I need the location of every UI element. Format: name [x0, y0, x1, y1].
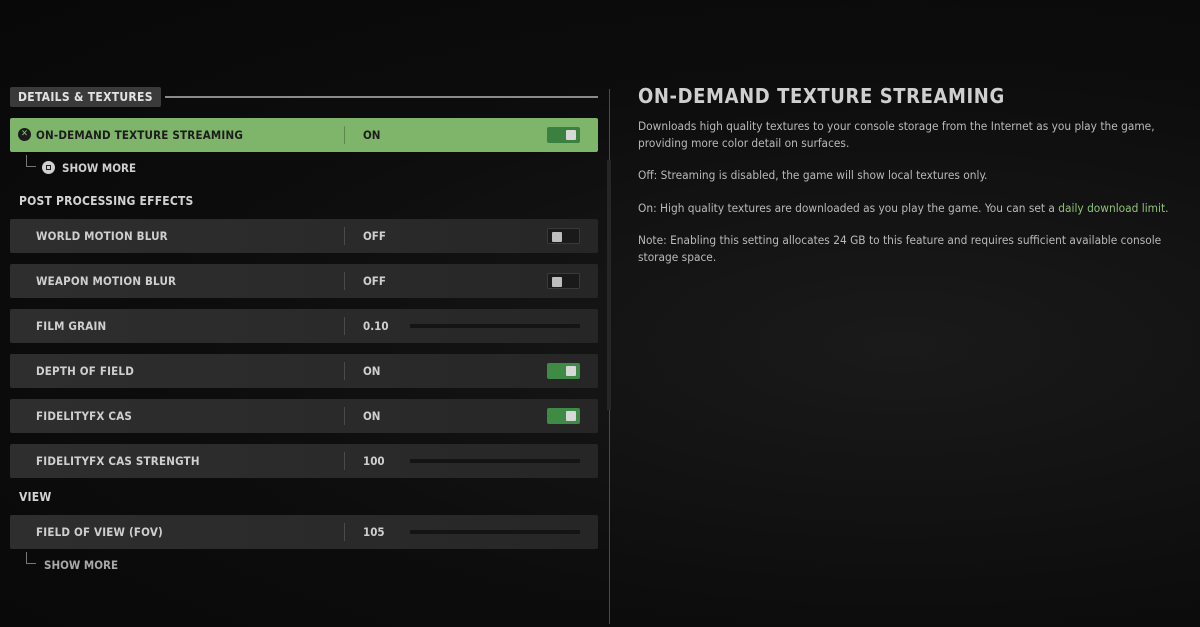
setting-label: FIDELITYFX CAS STRENGTH: [36, 454, 200, 468]
square-button-icon: [42, 161, 55, 174]
setting-row-fidelityfx-cas[interactable]: FIDELITYFX CAS ON: [10, 399, 598, 433]
setting-row-world-motion-blur[interactable]: WORLD MOTION BLUR OFF: [10, 219, 598, 253]
toggle-switch[interactable]: [547, 408, 580, 424]
setting-label: FIDELITYFX CAS: [36, 409, 133, 423]
setting-row-cas-strength[interactable]: FIDELITYFX CAS STRENGTH 100: [10, 444, 598, 478]
setting-value: 0.10: [363, 319, 389, 333]
toggle-knob: [566, 411, 576, 421]
detail-note-text: Note: Enabling this setting allocates 24…: [638, 233, 1162, 264]
show-more-label: SHOW MORE: [62, 161, 137, 175]
setting-row-weapon-motion-blur[interactable]: WEAPON MOTION BLUR OFF: [10, 264, 598, 298]
toggle-switch[interactable]: [547, 228, 580, 244]
tree-branch: [26, 155, 36, 167]
setting-label: ON-DEMAND TEXTURE STREAMING: [36, 128, 244, 142]
toggle-knob: [552, 232, 562, 242]
daily-download-limit-link[interactable]: daily download limit: [1058, 201, 1165, 215]
settings-list: DETAILS & TEXTURES ✕ ON-DEMAND TEXTURE S…: [10, 86, 598, 586]
detail-panel: ON-DEMAND TEXTURE STREAMING Downloads hi…: [638, 84, 1190, 281]
setting-label: WEAPON MOTION BLUR: [36, 274, 177, 288]
setting-label: WORLD MOTION BLUR: [36, 229, 168, 243]
group-title-view: VIEW: [19, 490, 52, 504]
detail-off-text: Off: Streaming is disabled, the game wil…: [638, 168, 988, 182]
setting-value: ON: [363, 409, 381, 423]
detail-on-suffix: .: [1165, 200, 1169, 215]
show-more-label: SHOW MORE: [44, 558, 119, 572]
setting-value: 105: [363, 525, 385, 539]
show-more-fov[interactable]: SHOW MORE: [10, 552, 598, 576]
setting-value: ON: [363, 128, 381, 142]
section-header-details-textures: DETAILS & TEXTURES: [10, 86, 598, 108]
setting-row-film-grain[interactable]: FILM GRAIN 0.10: [10, 309, 598, 343]
setting-label: FILM GRAIN: [36, 319, 107, 333]
section-divider: [164, 96, 598, 98]
setting-label: FIELD OF VIEW (FOV): [36, 525, 163, 539]
slider-track[interactable]: [410, 530, 580, 534]
setting-row-texture-streaming[interactable]: ✕ ON-DEMAND TEXTURE STREAMING ON: [10, 118, 598, 152]
show-more-texture[interactable]: SHOW MORE: [10, 155, 598, 179]
setting-row-depth-of-field[interactable]: DEPTH OF FIELD ON: [10, 354, 598, 388]
setting-value: ON: [363, 364, 381, 378]
x-button-icon: ✕: [18, 128, 31, 141]
toggle-switch[interactable]: [547, 363, 580, 379]
scrollbar-thumb[interactable]: [607, 160, 611, 410]
setting-value: OFF: [363, 229, 386, 243]
setting-value: OFF: [363, 274, 386, 288]
section-tab: DETAILS & TEXTURES: [10, 87, 161, 107]
detail-on-prefix: On: High quality textures are downloaded…: [638, 200, 1059, 215]
slider-track[interactable]: [410, 459, 580, 463]
setting-row-fov[interactable]: FIELD OF VIEW (FOV) 105: [10, 515, 598, 549]
setting-label: DEPTH OF FIELD: [36, 364, 134, 378]
toggle-switch[interactable]: [547, 127, 580, 143]
detail-description: Downloads high quality textures to your …: [638, 119, 1155, 150]
toggle-knob: [566, 130, 576, 140]
setting-value: 100: [363, 454, 385, 468]
tree-branch: [26, 552, 36, 564]
detail-on-text: On: High quality textures are downloaded…: [638, 200, 1190, 217]
toggle-switch[interactable]: [547, 273, 580, 289]
slider-track[interactable]: [410, 324, 580, 328]
toggle-knob: [566, 366, 576, 376]
group-title-post-processing: POST PROCESSING EFFECTS: [19, 194, 194, 208]
toggle-knob: [552, 277, 562, 287]
detail-title: ON-DEMAND TEXTURE STREAMING: [638, 84, 1005, 108]
